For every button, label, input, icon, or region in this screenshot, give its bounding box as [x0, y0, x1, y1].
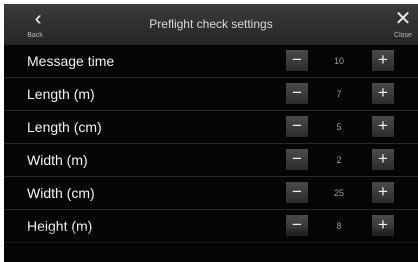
- close-icon: ✕: [394, 8, 412, 30]
- increment-button[interactable]: +: [372, 182, 394, 203]
- decrement-button[interactable]: −: [286, 83, 308, 104]
- double-chevron-left-icon: ‹‹: [16, 7, 54, 31]
- setting-value: 2: [336, 155, 342, 165]
- setting-row-message-time: Message time − 10 +: [4, 45, 418, 78]
- decrement-button[interactable]: −: [286, 116, 308, 137]
- increment-button[interactable]: +: [372, 83, 394, 104]
- close-label: Close: [394, 32, 412, 39]
- setting-row-length-cm: Length (cm) − 5 +: [4, 111, 418, 144]
- increment-button[interactable]: +: [372, 149, 394, 170]
- setting-value: 10: [333, 56, 344, 66]
- setting-value: 5: [336, 122, 342, 132]
- setting-value: 25: [333, 188, 344, 198]
- setting-label: Length (cm): [27, 119, 102, 135]
- setting-row-length-m: Length (m) − 7 +: [4, 78, 418, 111]
- decrement-button[interactable]: −: [286, 215, 308, 236]
- increment-button[interactable]: +: [372, 50, 394, 71]
- setting-value: 8: [336, 221, 342, 231]
- back-button[interactable]: ‹‹ Back: [16, 4, 54, 45]
- setting-label: Height (m): [27, 218, 93, 234]
- decrement-button[interactable]: −: [286, 50, 308, 71]
- setting-row-width-cm: Width (cm) − 25 +: [4, 177, 418, 210]
- header-bar: ‹‹ Back Preflight check settings ✕ Close: [4, 4, 418, 45]
- back-label: Back: [27, 32, 43, 39]
- setting-row-height-m: Height (m) − 8 +: [4, 210, 418, 243]
- settings-list: Message time − 10 + Length (m) − 7 + Len…: [4, 45, 418, 243]
- setting-label: Width (cm): [27, 185, 95, 201]
- increment-button[interactable]: +: [372, 215, 394, 236]
- setting-row-width-m: Width (m) − 2 +: [4, 144, 418, 177]
- preflight-settings-screen: ‹‹ Back Preflight check settings ✕ Close…: [4, 4, 418, 262]
- setting-label: Length (m): [27, 86, 95, 102]
- close-button[interactable]: ✕ Close: [388, 4, 418, 45]
- decrement-button[interactable]: −: [286, 182, 308, 203]
- increment-button[interactable]: +: [372, 116, 394, 137]
- page-title: Preflight check settings: [149, 17, 273, 31]
- decrement-button[interactable]: −: [286, 149, 308, 170]
- setting-label: Width (m): [27, 152, 88, 168]
- setting-value: 7: [336, 89, 342, 99]
- setting-label: Message time: [27, 53, 115, 69]
